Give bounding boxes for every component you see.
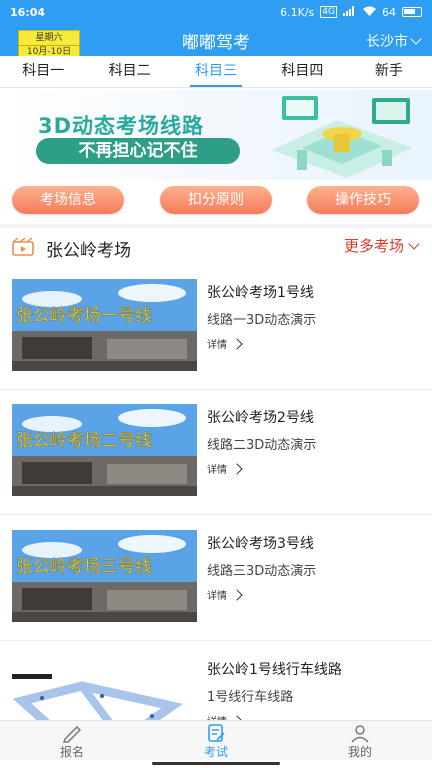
quick-actions: 考场信息 扣分原则 操作技巧 — [0, 184, 432, 218]
network-speed: 6.1K/s — [280, 5, 315, 19]
chevron-right-icon — [231, 588, 243, 601]
thumbnail-caption: 张公岭考场二号线 — [16, 431, 152, 451]
route-title: 张公岭考场3号线 — [207, 536, 314, 552]
route-card-1[interactable]: 张公岭考场一号线 张公岭考场1号线 线路一3D动态演示 详情 — [0, 266, 432, 390]
tab-beginner[interactable]: 新手 — [346, 56, 432, 87]
route-detail-link[interactable]: 详情 — [207, 336, 243, 351]
route-title: 张公岭考场2号线 — [207, 410, 314, 426]
tab-subject-3[interactable]: 科目三 — [173, 56, 259, 87]
operation-tips-button[interactable]: 操作技巧 — [307, 186, 419, 214]
status-bar: 16:04 6.1K/s 4G 64 — [0, 0, 432, 24]
app-bar: 星期六 10月-10日 嘟嘟驾考 长沙市 — [0, 24, 432, 58]
banner-subtitle: 不再担心记不住 — [36, 138, 240, 164]
detail-label: 详情 — [207, 591, 227, 602]
route-thumbnail: 张公岭考场一号线 — [12, 279, 197, 371]
more-sites-label: 更多考场 — [343, 237, 404, 255]
route-card-3[interactable]: 张公岭考场三号线 张公岭考场3号线 线路三3D动态演示 详情 — [0, 517, 432, 641]
bottom-nav: 报名 考试 我的 — [0, 720, 432, 760]
battery-percent: 64 — [382, 5, 396, 19]
nav-signup[interactable]: 报名 — [0, 721, 144, 760]
video-icon — [12, 237, 34, 260]
chevron-down-icon — [408, 237, 420, 250]
route-subtitle: 线路三3D动态演示 — [207, 564, 317, 579]
detail-label: 详情 — [207, 340, 227, 351]
exam-sheet-icon — [208, 724, 225, 742]
nav-profile-label: 我的 — [347, 745, 372, 759]
status-time: 16:04 — [10, 5, 46, 19]
banner-title: 3D动态考场线路 — [38, 114, 205, 138]
route-subtitle: 线路二3D动态演示 — [207, 438, 317, 453]
city-selector[interactable]: 长沙市 — [366, 31, 422, 51]
section-header: 张公岭考场 更多考场 — [0, 228, 432, 264]
nav-exam[interactable]: 考试 — [144, 721, 288, 760]
section-title: 张公岭考场 — [46, 241, 131, 261]
chevron-right-icon — [231, 462, 243, 475]
battery-icon — [402, 7, 422, 17]
nav-profile[interactable]: 我的 — [288, 721, 432, 760]
tab-subject-4[interactable]: 科目四 — [259, 56, 345, 87]
chevron-down-icon — [410, 33, 422, 45]
promo-banner[interactable]: 3D动态考场线路 不再担心记不住 — [0, 90, 432, 180]
route-card-2[interactable]: 张公岭考场二号线 张公岭考场2号线 线路二3D动态演示 详情 — [0, 391, 432, 515]
route-title: 张公岭考场1号线 — [207, 285, 314, 301]
route-card-4[interactable]: 张公岭1号线行车线路 1号线行车线路 详情 — [0, 643, 432, 720]
user-icon — [351, 725, 369, 743]
home-indicator — [152, 762, 280, 765]
chevron-right-icon — [231, 337, 243, 350]
route-detail-link[interactable]: 详情 — [207, 713, 243, 720]
route-detail-link[interactable]: 详情 — [207, 461, 243, 476]
wifi-icon — [363, 6, 376, 19]
deduction-rules-button[interactable]: 扣分原则 — [160, 186, 272, 214]
subject-tabs: 科目一 科目二 科目三 科目四 新手 — [0, 56, 432, 88]
detail-label: 详情 — [207, 465, 227, 476]
thumbnail-caption: 张公岭考场三号线 — [16, 557, 152, 577]
route-thumbnail: 张公岭考场二号线 — [12, 404, 197, 496]
banner-illustration — [272, 96, 412, 178]
more-sites-button[interactable]: 更多考场 — [343, 235, 420, 256]
detail-label: 详情 — [207, 713, 227, 720]
route-subtitle: 线路一3D动态演示 — [207, 313, 317, 328]
thumbnail-caption: 张公岭考场一号线 — [16, 306, 152, 326]
pencil-icon — [62, 725, 82, 743]
route-subtitle: 1号线行车线路 — [207, 690, 294, 705]
nav-exam-label: 考试 — [203, 745, 228, 759]
network-type: 4G — [320, 6, 337, 18]
tab-subject-1[interactable]: 科目一 — [0, 56, 86, 87]
signal-icon — [343, 5, 357, 19]
route-detail-link[interactable]: 详情 — [207, 587, 243, 602]
exam-site-info-button[interactable]: 考场信息 — [12, 186, 124, 214]
route-title: 张公岭1号线行车线路 — [207, 662, 342, 678]
route-map-thumbnail — [12, 656, 197, 720]
nav-signup-label: 报名 — [59, 745, 84, 759]
city-label: 长沙市 — [366, 34, 408, 50]
tab-subject-2[interactable]: 科目二 — [86, 56, 172, 87]
route-thumbnail: 张公岭考场三号线 — [12, 530, 197, 622]
